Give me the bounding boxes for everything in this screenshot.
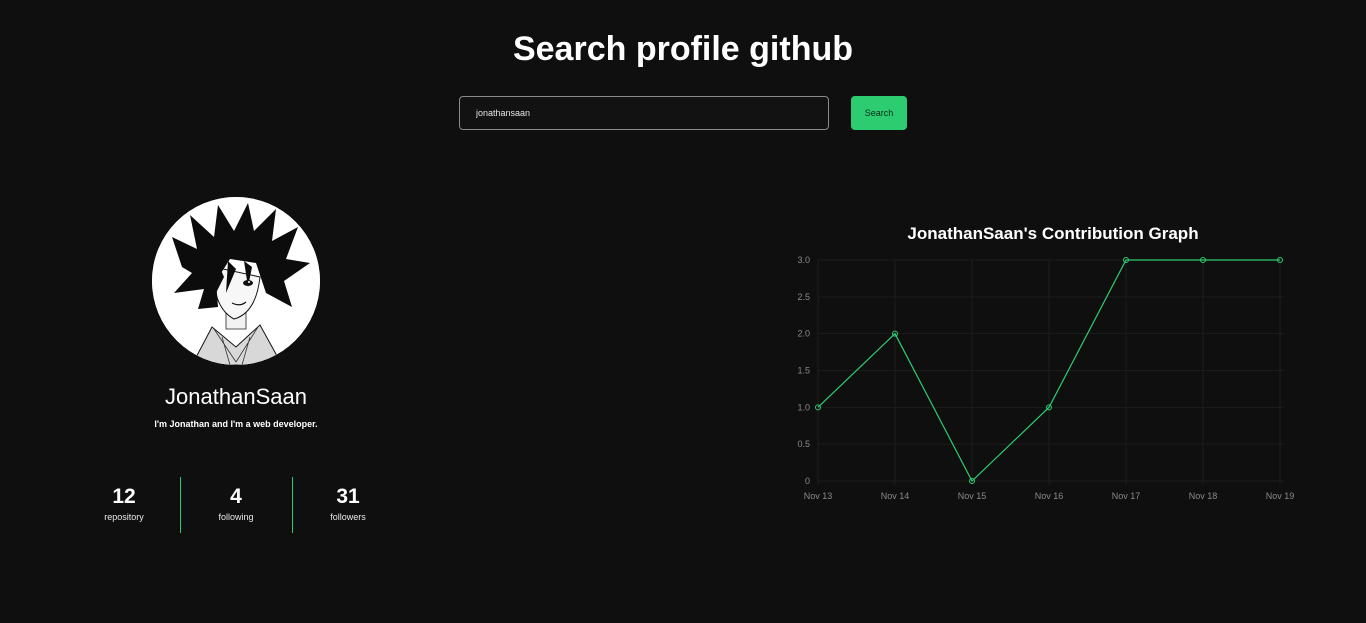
x-tick-label: Nov 16 (1035, 491, 1064, 501)
stat-repository: 12 repository (79, 484, 169, 522)
y-tick-label: 0.5 (797, 439, 810, 449)
search-input[interactable] (459, 96, 829, 130)
stat-following: 4 following (191, 484, 281, 522)
x-tick-label: Nov 18 (1189, 491, 1218, 501)
x-tick-label: Nov 13 (804, 491, 833, 501)
contribution-chart-svg: JonathanSaan's Contribution Graph 0 0.5 1.0… (797, 224, 1295, 501)
avatar (152, 197, 320, 365)
search-button[interactable]: Search (851, 96, 907, 130)
stat-divider (292, 477, 293, 533)
x-tick-label: Nov 14 (881, 491, 910, 501)
contribution-chart: JonathanSaan's Contribution Graph 0 0.5 1.0… (770, 218, 1330, 518)
stat-label: following (218, 512, 254, 522)
stat-label: followers (330, 512, 366, 522)
profile-bio: I'm Jonathan and I'm a web developer. (154, 419, 318, 429)
stat-label: repository (104, 512, 144, 522)
x-tick-label: Nov 19 (1266, 491, 1295, 501)
y-tick-label: 0 (805, 476, 810, 486)
x-tick-label: Nov 17 (1112, 491, 1141, 501)
profile-name: JonathanSaan (165, 384, 307, 409)
stat-value: 4 (230, 485, 242, 508)
stat-followers: 31 followers (303, 484, 393, 522)
y-tick-label: 1.5 (797, 366, 810, 376)
stat-divider (180, 477, 181, 533)
y-tick-label: 2.0 (797, 329, 810, 339)
stat-value: 12 (112, 485, 136, 508)
anime-avatar-illustration-icon (152, 197, 320, 365)
y-tick-label: 1.0 (797, 402, 810, 412)
page-title: Search profile github (512, 30, 854, 68)
x-tick-label: Nov 15 (958, 491, 987, 501)
chart-title: JonathanSaan's Contribution Graph (907, 224, 1198, 243)
stat-value: 31 (336, 485, 360, 508)
y-tick-label: 3.0 (797, 255, 810, 265)
y-tick-label: 2.5 (797, 292, 810, 302)
